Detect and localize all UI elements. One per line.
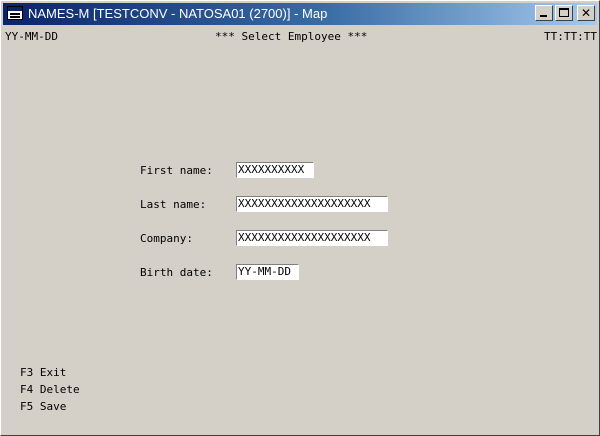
minimize-icon — [540, 15, 547, 17]
terminal-screen: YY-MM-DD *** Select Employee *** TT:TT:T… — [3, 27, 597, 433]
close-button[interactable]: ✕ — [577, 5, 595, 21]
header-time: TT:TT:TT — [544, 30, 597, 43]
maximize-icon — [559, 8, 569, 17]
screen-title: *** Select Employee *** — [215, 30, 368, 43]
f4-delete-key[interactable]: F4 Delete — [20, 383, 80, 397]
company-input[interactable]: XXXXXXXXXXXXXXXXXXXX — [236, 230, 388, 246]
application-icon[interactable] — [7, 6, 23, 20]
last-name-input[interactable]: XXXXXXXXXXXXXXXXXXXX — [236, 196, 388, 212]
last-name-label: Last name: — [140, 198, 207, 211]
minimize-button[interactable] — [535, 5, 553, 21]
f3-exit-key[interactable]: F3 Exit — [20, 366, 66, 380]
window-title: NAMES-M [TESTCONV - NATOSA01 (2700)] - M… — [28, 6, 328, 21]
close-icon: ✕ — [580, 6, 592, 20]
map-window: NAMES-M [TESTCONV - NATOSA01 (2700)] - M… — [0, 0, 600, 436]
f5-save-key[interactable]: F5 Save — [20, 400, 66, 414]
birth-date-label: Birth date: — [140, 266, 213, 279]
company-label: Company: — [140, 232, 193, 245]
first-name-label: First name: — [140, 164, 213, 177]
title-bar[interactable]: NAMES-M [TESTCONV - NATOSA01 (2700)] - M… — [3, 3, 597, 25]
maximize-button[interactable] — [555, 5, 573, 21]
first-name-input[interactable]: XXXXXXXXXX — [236, 162, 314, 178]
header-date: YY-MM-DD — [5, 30, 58, 43]
birth-date-input[interactable]: YY-MM-DD — [236, 264, 299, 280]
window-controls: ✕ — [533, 5, 595, 23]
